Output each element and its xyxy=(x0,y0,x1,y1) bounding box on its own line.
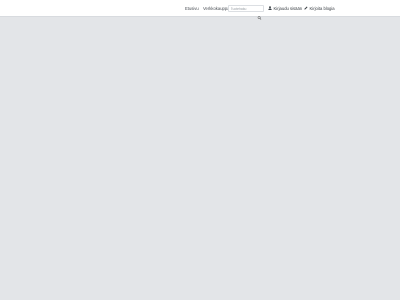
page: Etusivu Verkkokauppa Kirjaudu sisään Kir… xyxy=(0,0,400,300)
user-icon xyxy=(268,6,272,11)
pencil-icon xyxy=(304,6,308,10)
search-button[interactable] xyxy=(257,7,262,20)
write-blog-link[interactable]: Kirjoita blogia xyxy=(304,0,335,17)
nav-link-home[interactable]: Etusivu xyxy=(185,0,199,17)
search-box xyxy=(228,5,264,20)
search-input[interactable] xyxy=(230,6,258,11)
login-label: Kirjaudu sisään xyxy=(273,6,303,11)
login-link[interactable]: Kirjaudu sisään xyxy=(268,0,302,17)
content-area xyxy=(0,17,400,300)
top-navigation-bar: Etusivu Verkkokauppa Kirjaudu sisään Kir… xyxy=(0,0,400,20)
write-blog-label: Kirjoita blogia xyxy=(309,6,335,11)
nav-link-shop[interactable]: Verkkokauppa xyxy=(203,0,230,17)
